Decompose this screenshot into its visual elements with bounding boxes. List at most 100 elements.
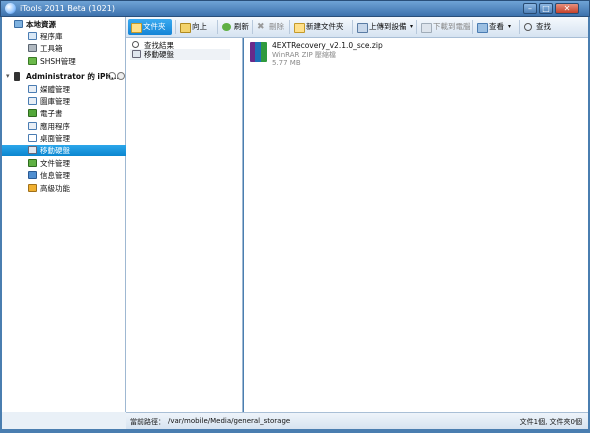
- refresh-device-icon[interactable]: [117, 72, 125, 80]
- toolbar-divider: [175, 20, 176, 34]
- refresh-icon: [222, 23, 231, 31]
- sidebar-item-label: 高級功能: [40, 184, 70, 193]
- drive-icon: [132, 50, 141, 58]
- sidebar-item-storage[interactable]: 移動硬盤: [2, 145, 126, 156]
- eject-icon[interactable]: [108, 72, 116, 80]
- maximize-button[interactable]: □: [539, 3, 553, 14]
- sidebar-item-desktop[interactable]: 桌面管理: [4, 133, 124, 144]
- upload-icon: [357, 23, 368, 33]
- download-button-label: 下載到電腦: [433, 22, 471, 31]
- sidebar: 本地資源 程序庫 工具箱 SHSH管理 ▾ Administrator 的 iP…: [2, 17, 126, 412]
- search-button-label: 查找: [536, 22, 551, 31]
- delete-button-label: 刪除: [269, 22, 284, 31]
- new-folder-button[interactable]: 新建文件夾: [291, 19, 351, 35]
- delete-icon: ✖: [257, 22, 265, 32]
- sidebar-item-label: 電子書: [40, 109, 63, 118]
- folder-tree: 查找結果 移動硬盤: [126, 38, 243, 412]
- search-button[interactable]: 查找: [521, 19, 555, 35]
- sidebar-item-label: SHSH管理: [40, 57, 76, 66]
- sidebar-item-ebooks[interactable]: 電子書: [4, 108, 124, 119]
- sidebar-item-photos[interactable]: 圖庫管理: [4, 96, 124, 107]
- toolbar-divider: [289, 20, 290, 34]
- file-item[interactable]: 4EXTRecovery_v2.1.0_sce.zip WinRAR ZIP 壓…: [248, 40, 398, 70]
- status-bar: 當前路徑： /var/mobile/Media/general_storage …: [126, 412, 588, 429]
- sidebar-group-device[interactable]: ▾ Administrator 的 iPh...: [4, 71, 125, 82]
- sidebar-item-messages[interactable]: 信息管理: [4, 170, 124, 181]
- folder-button[interactable]: 文件夾: [128, 19, 172, 35]
- upload-button[interactable]: 上傳到設備 ▾: [354, 19, 416, 35]
- sidebar-item-files[interactable]: 文件管理: [4, 158, 124, 169]
- sidebar-item-label: 信息管理: [40, 171, 70, 180]
- view-button-label: 查看: [489, 22, 504, 31]
- iphone-icon: [14, 72, 20, 81]
- info-icon: [28, 171, 37, 179]
- chevron-down-icon[interactable]: ▾: [410, 19, 413, 35]
- toolbar-divider: [217, 20, 218, 34]
- file-size: 5.77 MB: [272, 59, 301, 67]
- delete-button[interactable]: ✖ 刪除: [254, 19, 288, 35]
- folder-icon: [131, 23, 142, 33]
- view-button[interactable]: 查看 ▾: [474, 19, 518, 35]
- expand-arrow-icon[interactable]: ▾: [6, 71, 10, 82]
- winrar-archive-icon: [250, 42, 267, 62]
- sidebar-group-label: Administrator 的 iPh...: [26, 72, 120, 81]
- tools-icon: [28, 44, 37, 52]
- chevron-down-icon[interactable]: ▾: [508, 19, 511, 35]
- file-manager-icon: [28, 159, 37, 167]
- folder-button-label: 文件夾: [143, 22, 166, 31]
- computer-icon: [14, 20, 23, 28]
- up-button[interactable]: 向上: [177, 19, 217, 35]
- search-icon: [132, 41, 139, 48]
- search-icon: [524, 23, 532, 31]
- desktop-icon: [28, 134, 37, 142]
- file-name: 4EXTRecovery_v2.1.0_sce.zip: [272, 41, 383, 50]
- file-count-summary: 文件1個, 文件夾0個: [519, 418, 582, 426]
- refresh-button[interactable]: 刷新: [219, 19, 251, 35]
- close-button[interactable]: ✕: [555, 3, 579, 14]
- sidebar-item-label: 工具箱: [40, 44, 63, 53]
- new-folder-button-label: 新建文件夾: [306, 22, 344, 31]
- sidebar-footer: [2, 412, 126, 429]
- sidebar-item-library[interactable]: 程序庫: [4, 31, 124, 42]
- sidebar-item-label: 文件管理: [40, 159, 70, 168]
- sidebar-item-label: 程序庫: [40, 32, 63, 41]
- window-titlebar[interactable]: iTools 2011 Beta (1021) – □ ✕: [0, 0, 590, 17]
- drive-icon: [28, 146, 37, 154]
- download-button[interactable]: 下載到電腦: [418, 19, 471, 35]
- toolbar: 文件夾 向上 刷新 ✖ 刪除 新建文件夾 上傳到設備 ▾ 下載到電腦 查看 ▾ …: [126, 17, 588, 38]
- path-label: 當前路徑：: [130, 418, 165, 426]
- ebook-icon: [28, 109, 37, 117]
- upload-button-label: 上傳到設備: [369, 22, 407, 31]
- download-icon: [421, 23, 432, 33]
- current-path: /var/mobile/Media/general_storage: [168, 417, 291, 425]
- toolbar-divider: [519, 20, 520, 34]
- sidebar-item-label: 應用程序: [40, 122, 70, 131]
- sidebar-item-label: 媒體管理: [40, 85, 70, 94]
- toolbar-divider: [252, 20, 253, 34]
- up-folder-icon: [180, 23, 191, 33]
- sidebar-item-label: 圖庫管理: [40, 97, 70, 106]
- sidebar-group-local[interactable]: 本地資源: [4, 19, 124, 30]
- sidebar-item-advanced[interactable]: 高級功能: [4, 183, 124, 194]
- toolbar-divider: [416, 20, 417, 34]
- sidebar-item-shsh[interactable]: SHSH管理: [4, 56, 124, 67]
- toolbar-divider: [472, 20, 473, 34]
- sidebar-item-media[interactable]: 媒體管理: [4, 84, 124, 95]
- folder-item-label: 移動硬盤: [144, 50, 174, 59]
- apps-icon: [28, 122, 37, 130]
- sidebar-item-label: 桌面管理: [40, 134, 70, 143]
- sidebar-group-label: 本地資源: [26, 20, 56, 29]
- photos-icon: [28, 97, 37, 105]
- library-icon: [28, 32, 37, 40]
- sidebar-item-apps[interactable]: 應用程序: [4, 121, 124, 132]
- sidebar-item-label: 移動硬盤: [40, 146, 70, 155]
- window-title: iTools 2011 Beta (1021): [20, 4, 115, 13]
- sidebar-item-toolbox[interactable]: 工具箱: [4, 43, 124, 54]
- new-folder-icon: [294, 23, 305, 33]
- minimize-button[interactable]: –: [523, 3, 537, 14]
- up-button-label: 向上: [192, 22, 207, 31]
- shsh-icon: [28, 57, 37, 65]
- folder-item-storage[interactable]: 移動硬盤: [130, 49, 230, 60]
- file-list: 4EXTRecovery_v2.1.0_sce.zip WinRAR ZIP 壓…: [244, 38, 588, 412]
- media-icon: [28, 85, 37, 93]
